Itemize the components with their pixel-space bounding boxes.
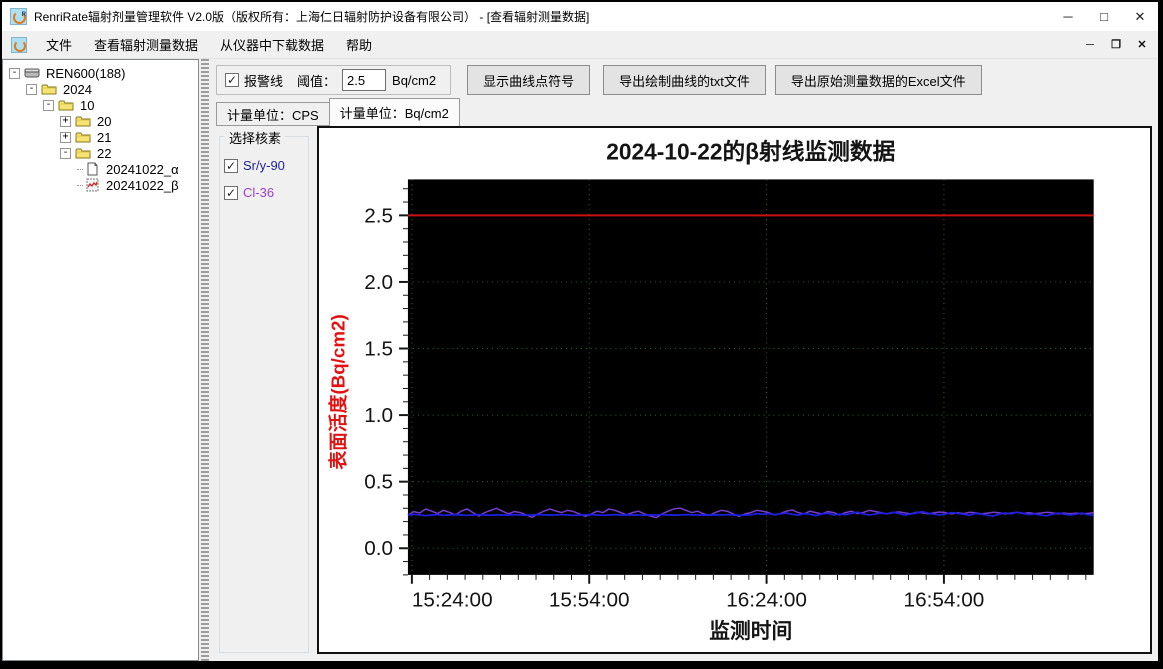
nuclide-item-Sr/y-90: ✓ Sr/y-90 — [224, 158, 308, 173]
main-area: - REN600(188) -2024-10 +20 +21-22 20241022_α 2… — [2, 59, 1158, 661]
tree-item-20241022_β[interactable]: 20241022_β — [3, 177, 198, 193]
tab-content: 选择核素 ✓ Sr/y-90 ✓ Cl-36 2024-10-22的β射线监测数据 0.… — [216, 126, 1152, 661]
menu-item-1[interactable]: 查看辐射测量数据 — [83, 31, 209, 58]
tree-item-label: 21 — [97, 129, 112, 145]
nuclide-group-title: 选择核素 — [225, 128, 286, 147]
tree-item-21[interactable]: +21 — [3, 129, 198, 145]
tree-item-label: 20241022_α — [106, 161, 179, 177]
y-tick-label: 1.5 — [364, 337, 393, 360]
mdi-restore-button[interactable]: ❐ — [1108, 38, 1124, 51]
alarm-line-label: 报警线 — [244, 73, 284, 89]
tree-item-label: 20241022_β — [106, 177, 179, 193]
tree-item-22[interactable]: - 22 — [3, 145, 198, 161]
collapse-icon[interactable]: - — [60, 147, 71, 159]
title-bar: R RenriRate辐射剂量管理软件 V2.0版（版权所有：上海仁日辐射防护设… — [2, 2, 1158, 31]
alarm-line-checkbox[interactable]: ✓ — [225, 73, 239, 87]
export-excel-button[interactable]: 导出原始测量数据的Excel文件 — [774, 65, 982, 95]
x-tick-label: 15:54:00 — [549, 589, 630, 612]
threshold-unit-label: Bq/cm2 — [392, 72, 437, 88]
y-tick-label: 2.0 — [364, 271, 393, 294]
folder-icon — [75, 114, 92, 128]
x-tick-label: 16:24:00 — [726, 589, 807, 612]
x-axis-title: 监测时间 — [709, 619, 792, 643]
device-icon — [24, 66, 41, 80]
collapse-icon[interactable]: - — [26, 83, 37, 95]
nuclide-label: Sr/y-90 — [243, 158, 285, 173]
nuclide-checkbox-Sr/y-90[interactable]: ✓ — [224, 158, 238, 173]
mdi-close-button[interactable]: ✕ — [1134, 38, 1150, 51]
mdi-minimize-button[interactable]: ─ — [1082, 39, 1098, 51]
x-tick-label: 16:54:00 — [904, 589, 985, 612]
app-logo-icon: R — [10, 8, 27, 25]
chart-title: 2024-10-22的β射线监测数据 — [606, 139, 895, 165]
tree-item-label: REN600(188) — [46, 65, 126, 81]
tab-unit-1[interactable]: 计量单位：Bq/cm2 — [328, 98, 460, 126]
window-close-button[interactable]: ✕ — [1122, 2, 1158, 31]
nuclide-item-Cl-36: ✓ Cl-36 — [224, 185, 308, 200]
menu-item-3[interactable]: 帮助 — [335, 31, 383, 58]
expand-icon[interactable]: + — [60, 131, 71, 143]
tree-item-label: 2024 — [63, 81, 92, 97]
tree-item-20[interactable]: +20 — [3, 113, 198, 129]
panel-splitter[interactable] — [199, 59, 211, 661]
x-tick-label: 15:24:00 — [412, 589, 493, 612]
menu-item-0[interactable]: 文件 — [35, 31, 83, 58]
alarm-line-group: ✓ 报警线 阈值： Bq/cm2 — [216, 65, 452, 95]
tree-item-label: 10 — [80, 97, 95, 113]
tree-item-10[interactable]: - 10 — [3, 97, 198, 113]
tree-item-2024[interactable]: - 2024 — [3, 81, 198, 97]
folder-icon — [75, 130, 92, 144]
mdi-child-icon — [11, 36, 27, 53]
nuclide-selector-group: 选择核素 ✓ Sr/y-90 ✓ Cl-36 — [219, 128, 309, 653]
collapse-icon[interactable]: - — [43, 99, 54, 111]
doc-icon — [84, 162, 101, 176]
tree-item-label: 20 — [97, 113, 112, 129]
menu-item-2[interactable]: 从仪器中下载数据 — [209, 31, 335, 58]
folder-icon — [58, 98, 75, 112]
tree-item-REN600(188)[interactable]: - REN600(188) — [3, 65, 198, 81]
tree-item-20241022_α[interactable]: 20241022_α — [3, 161, 198, 177]
menu-bar: 文件 查看辐射测量数据 从仪器中下载数据 帮助 ─ ❐ ✕ — [2, 31, 1158, 59]
chart-panel: 2024-10-22的β射线监测数据 0.0 0.5 1.0 1.5 2.0 2.5 15:2… — [317, 126, 1152, 654]
unit-tabs: 计量单位：CPS 计量单位：Bq/cm2 — [216, 98, 1152, 126]
threshold-label: 阈值： — [297, 73, 337, 89]
app-window: R RenriRate辐射剂量管理软件 V2.0版（版权所有：上海仁日辐射防护设… — [2, 2, 1158, 661]
tree-connector — [77, 168, 83, 170]
folder-icon — [41, 82, 58, 96]
tab-unit-0[interactable]: 计量单位：CPS — [216, 102, 330, 126]
threshold-input[interactable] — [342, 69, 387, 91]
device-data-tree: - REN600(188) -2024-10 +20 +21-22 20241022_α 2… — [2, 59, 199, 661]
collapse-icon[interactable]: - — [9, 67, 20, 79]
tree-item-label: 22 — [97, 145, 112, 161]
beta-monitoring-chart: 2024-10-22的β射线监测数据 0.0 0.5 1.0 1.5 2.0 2.5 15:2… — [327, 139, 1094, 643]
nuclide-label: Cl-36 — [243, 185, 275, 200]
nuclide-checkbox-Cl-36[interactable]: ✓ — [224, 185, 238, 200]
show-curve-points-button[interactable]: 显示曲线点符号 — [467, 65, 591, 95]
y-tick-label: 2.5 — [364, 204, 393, 227]
folder-icon — [75, 146, 92, 160]
window-title: RenriRate辐射剂量管理软件 V2.0版（版权所有：上海仁日辐射防护设备有… — [34, 10, 590, 24]
content-panel: ✓ 报警线 阈值： Bq/cm2 显示曲线点符号 导出绘制曲线的txt文件 导出… — [211, 59, 1158, 661]
y-axis-title: 表面活度(Bq/cm2) — [327, 314, 349, 469]
window-maximize-button[interactable]: □ — [1086, 2, 1122, 31]
toolbar: ✓ 报警线 阈值： Bq/cm2 显示曲线点符号 导出绘制曲线的txt文件 导出… — [216, 64, 1152, 96]
y-tick-label: 0.0 — [364, 537, 393, 560]
y-tick-label: 1.0 — [364, 404, 393, 427]
chart-icon — [84, 178, 101, 192]
window-minimize-button[interactable]: ─ — [1050, 2, 1086, 31]
y-tick-label: 0.5 — [364, 471, 393, 494]
export-txt-button[interactable]: 导出绘制曲线的txt文件 — [603, 65, 766, 95]
expand-icon[interactable]: + — [60, 115, 71, 127]
tree-connector — [77, 184, 83, 186]
